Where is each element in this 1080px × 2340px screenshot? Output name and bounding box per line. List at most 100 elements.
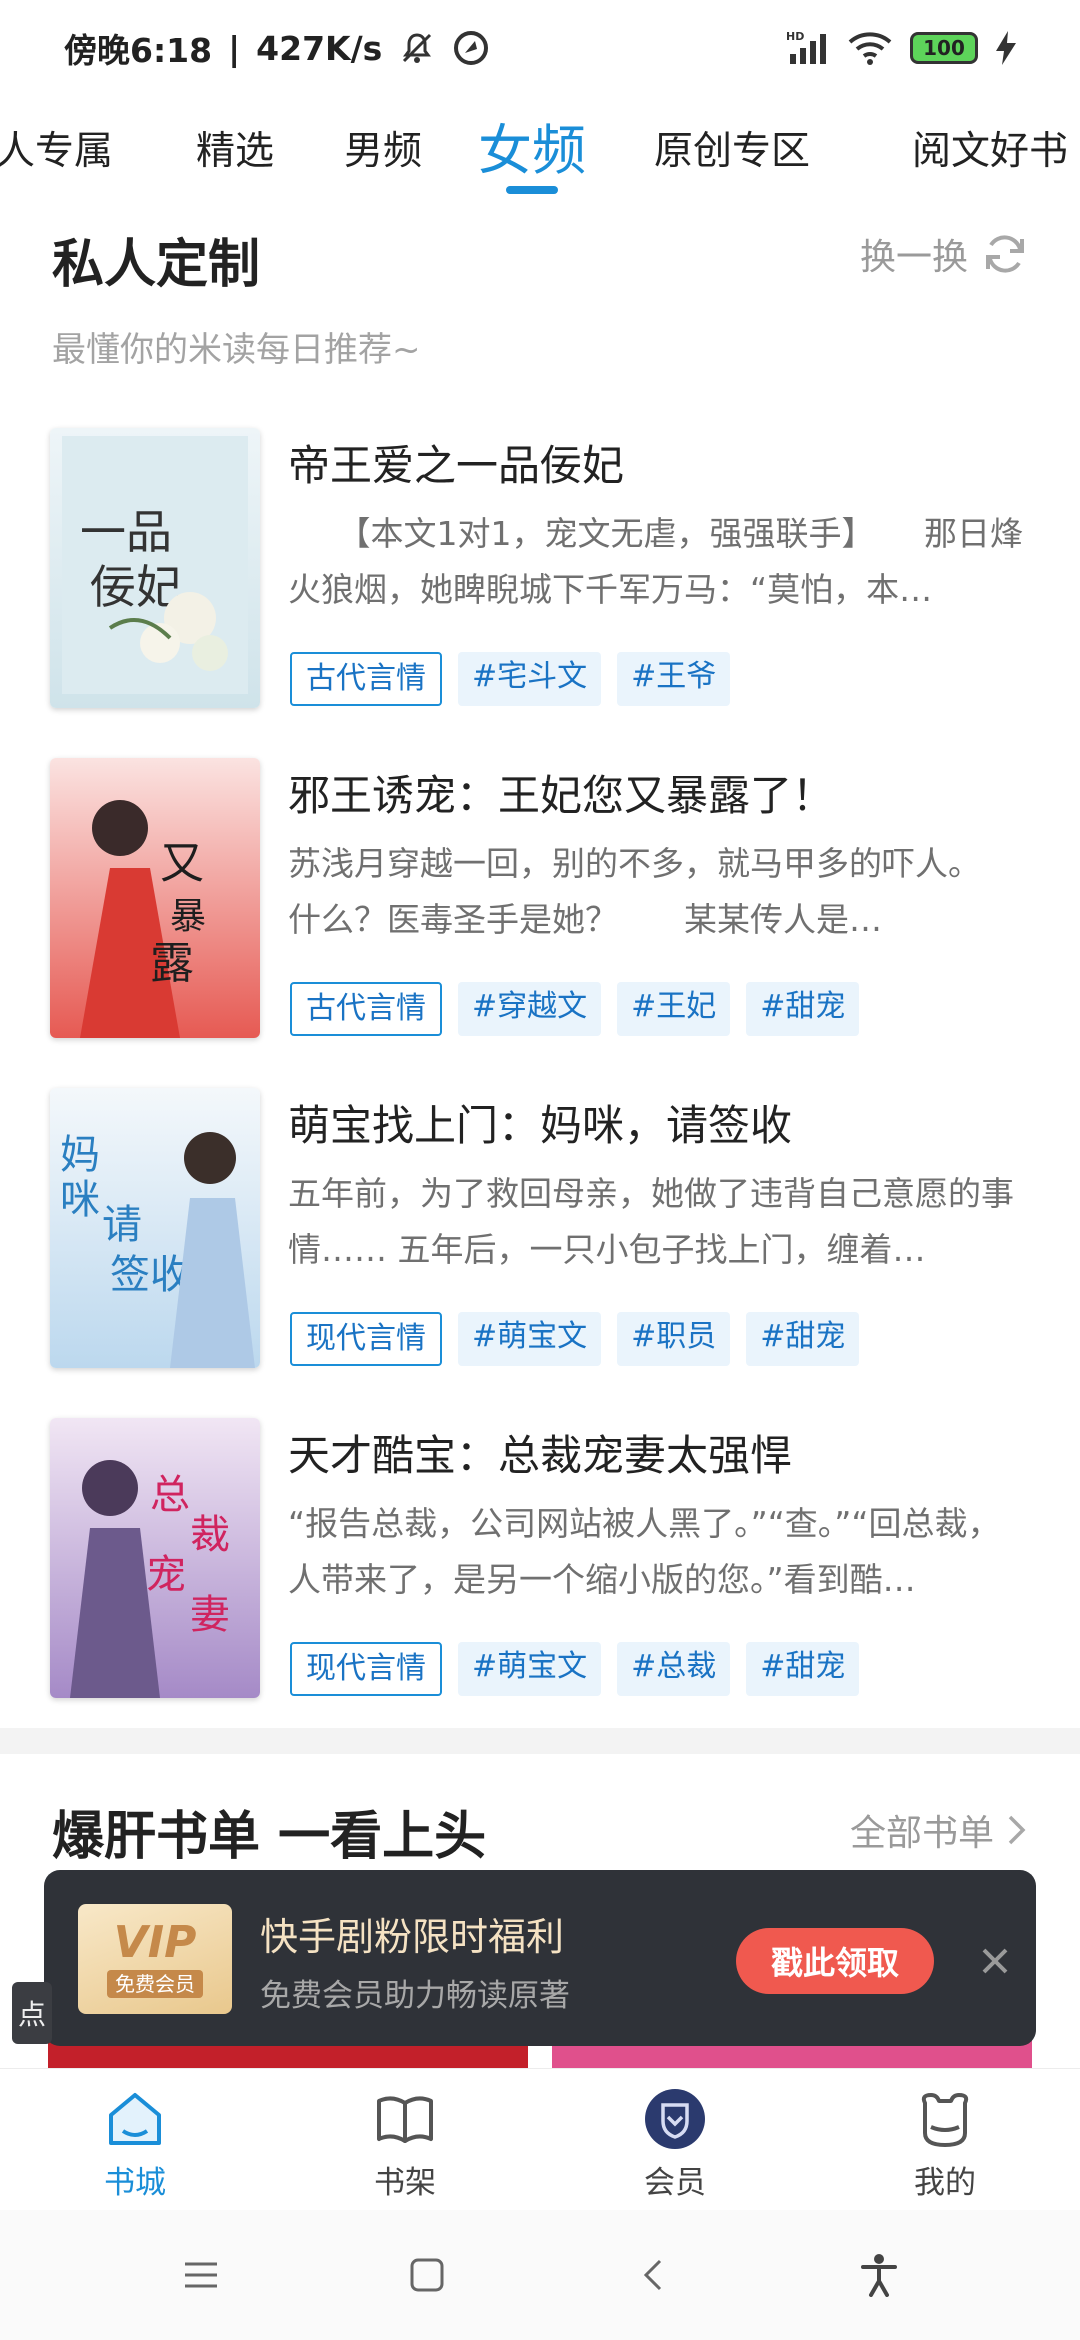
category-tabs: 人专属 精选 男频 女频 原创专区 阅文好书 xyxy=(0,96,1080,206)
book-tags: 古代言情 #穿越文 #王妃 #甜宠 xyxy=(290,982,860,1036)
close-icon[interactable] xyxy=(968,1934,1022,1988)
svg-text:暴: 暴 xyxy=(170,896,206,937)
section-title: 私人定制 xyxy=(52,235,261,295)
book-description: 苏浅月穿越一回，别的不多，就马甲多的吓人。 什么？医毒圣手是她？ 某某传人是… xyxy=(288,844,1028,939)
nav-label: 书城 xyxy=(104,2165,166,2201)
booklist-section-title: 爆肝书单 一看上头 xyxy=(52,1807,487,1867)
svg-text:咪: 咪 xyxy=(60,1177,100,1223)
refresh-button[interactable]: 换一换 xyxy=(860,228,1028,280)
svg-text:又: 又 xyxy=(160,838,204,889)
tag[interactable]: #王妃 xyxy=(617,982,731,1036)
charging-icon xyxy=(996,31,1016,65)
svg-text:露: 露 xyxy=(150,938,194,989)
book-item[interactable]: 总 裁 宠 妻 天才酷宝：总裁宠妻太强悍 “报告总裁，公司网站被人黑了。”“查。… xyxy=(0,1418,1080,1718)
claim-button[interactable]: 戳此领取 xyxy=(736,1928,934,1994)
section-subtitle: 最懂你的米读每日推荐~ xyxy=(52,330,421,370)
profile-icon xyxy=(921,2093,969,2147)
tag[interactable]: #甜宠 xyxy=(746,1312,860,1366)
book-title: 帝王爱之一品佞妃 xyxy=(288,441,625,490)
menu-icon xyxy=(185,2262,217,2288)
status-bar: 傍晚6:18 | 427K/s HD 100 xyxy=(0,0,1080,96)
tag[interactable]: #职员 xyxy=(617,1312,731,1366)
active-tab-indicator xyxy=(506,186,558,194)
bookstore-icon xyxy=(109,2093,161,2145)
book-title: 邪王诱宠：王妃您又暴露了！ xyxy=(288,771,835,820)
nav-profile[interactable]: 我的 xyxy=(810,2069,1080,2208)
book-tags: 古代言情 #宅斗文 #王爷 xyxy=(290,652,731,706)
all-booklists-label: 全部书单 xyxy=(849,1813,994,1854)
promo-subtitle: 免费会员助力畅读原著 xyxy=(260,1978,570,2014)
book-description: 【本文1对1，宠文无虐，强强联手】 那日烽火狼烟，她睥睨城下千军万马：“莫怕，本… xyxy=(288,514,1023,609)
book-tags: 现代言情 #萌宝文 #职员 #甜宠 xyxy=(290,1312,860,1366)
tab-female[interactable]: 女频 xyxy=(478,106,586,185)
section-divider xyxy=(0,1728,1080,1754)
tag[interactable]: #王爷 xyxy=(617,652,731,706)
book-item[interactable]: 妈 咪 请 签收 萌宝找上门：妈咪，请签收 五年前，为了救回母亲，她做了违背自己… xyxy=(0,1088,1080,1388)
promo-title: 快手剧粉限时福利 xyxy=(260,1915,565,1959)
nav-label: 书架 xyxy=(374,2165,436,2201)
tag[interactable]: #总裁 xyxy=(617,1642,731,1696)
tag[interactable]: #甜宠 xyxy=(746,1642,860,1696)
tag[interactable]: #宅斗文 xyxy=(458,652,602,706)
book-cover: 又 暴 露 xyxy=(50,758,260,1038)
book-description: 五年前，为了救回母亲，她做了违背自己意愿的事情…… 五年后，一只小包子找上门，缠… xyxy=(288,1174,1014,1269)
tab-good-books[interactable]: 阅文好书 xyxy=(912,120,1068,176)
vip-shield-icon xyxy=(645,2089,705,2149)
tag-genre[interactable]: 现代言情 xyxy=(290,1312,442,1366)
book-item[interactable]: 一品 佞妃 帝王爱之一品佞妃 【本文1对1，宠文无虐，强强联手】 那日烽火狼烟，… xyxy=(0,428,1080,728)
book-cover: 总 裁 宠 妻 xyxy=(50,1418,260,1698)
svg-text:一品: 一品 xyxy=(80,505,172,559)
status-net-speed: 427K/s xyxy=(256,28,383,68)
promo-banner[interactable]: VIP 免费会员 快手剧粉限时福利 免费会员助力畅读原著 戳此领取 xyxy=(44,1870,1036,2046)
svg-text:总: 总 xyxy=(150,1472,190,1518)
tag[interactable]: #萌宝文 xyxy=(458,1642,602,1696)
back-button[interactable] xyxy=(540,2255,766,2295)
battery-icon: 100 xyxy=(910,32,978,64)
vpn-icon xyxy=(454,31,489,65)
vip-badge: VIP 免费会员 xyxy=(78,1904,232,2014)
accessibility-icon xyxy=(861,2254,897,2297)
system-nav-bar xyxy=(0,2210,1080,2340)
status-separator: | xyxy=(228,28,241,68)
vip-badge-sub: 免费会员 xyxy=(107,1970,203,1998)
tag[interactable]: #穿越文 xyxy=(458,982,602,1036)
nav-label: 我的 xyxy=(914,2165,976,2201)
book-cover: 一品 佞妃 xyxy=(50,428,260,708)
nav-bookstore[interactable]: 书城 xyxy=(0,2069,270,2208)
bottom-nav: 书城 书架 会员 我的 xyxy=(0,2068,1080,2208)
signal-icon: HD xyxy=(786,30,826,64)
tag[interactable]: #甜宠 xyxy=(746,982,860,1036)
wifi-icon xyxy=(848,32,892,65)
book-description: “报告总裁，公司网站被人黑了。”“查。”“回总裁，人带来了，是另一个缩小版的您。… xyxy=(288,1504,1001,1599)
floating-side-tab[interactable]: 点 xyxy=(12,1982,52,2044)
nav-bookshelf[interactable]: 书架 xyxy=(270,2069,540,2208)
back-icon xyxy=(643,2259,662,2291)
bookshelf-icon xyxy=(377,2096,433,2143)
tag-genre[interactable]: 现代言情 xyxy=(290,1642,442,1696)
home-button[interactable] xyxy=(314,2255,540,2295)
svg-text:妻: 妻 xyxy=(190,1592,230,1638)
mute-icon xyxy=(403,33,432,63)
tag[interactable]: #萌宝文 xyxy=(458,1312,602,1366)
svg-text:HD: HD xyxy=(786,30,804,43)
book-cover: 妈 咪 请 签收 xyxy=(50,1088,260,1368)
tab-original[interactable]: 原创专区 xyxy=(654,120,810,176)
tab-male[interactable]: 男频 xyxy=(344,120,422,176)
nav-vip[interactable]: 会员 xyxy=(540,2069,810,2208)
home-square-icon xyxy=(410,2258,444,2292)
menu-button[interactable] xyxy=(88,2258,314,2292)
svg-text:签收: 签收 xyxy=(110,1252,190,1298)
book-title: 萌宝找上门：妈咪，请签收 xyxy=(288,1101,793,1150)
accessibility-button[interactable] xyxy=(766,2253,992,2297)
tab-personal[interactable]: 人专属 xyxy=(0,120,113,176)
nav-label: 会员 xyxy=(644,2165,706,2201)
refresh-icon xyxy=(986,235,1024,273)
tab-featured[interactable]: 精选 xyxy=(196,120,274,176)
book-item[interactable]: 又 暴 露 邪王诱宠：王妃您又暴露了！ 苏浅月穿越一回，别的不多，就马甲多的吓人… xyxy=(0,758,1080,1058)
chevron-right-icon xyxy=(1008,1815,1026,1845)
all-booklists-link[interactable]: 全部书单 xyxy=(850,1804,1028,1856)
tag-genre[interactable]: 古代言情 xyxy=(290,652,442,706)
tag-genre[interactable]: 古代言情 xyxy=(290,982,442,1036)
svg-text:请: 请 xyxy=(102,1202,142,1248)
vip-badge-text: VIP xyxy=(113,1917,197,1968)
